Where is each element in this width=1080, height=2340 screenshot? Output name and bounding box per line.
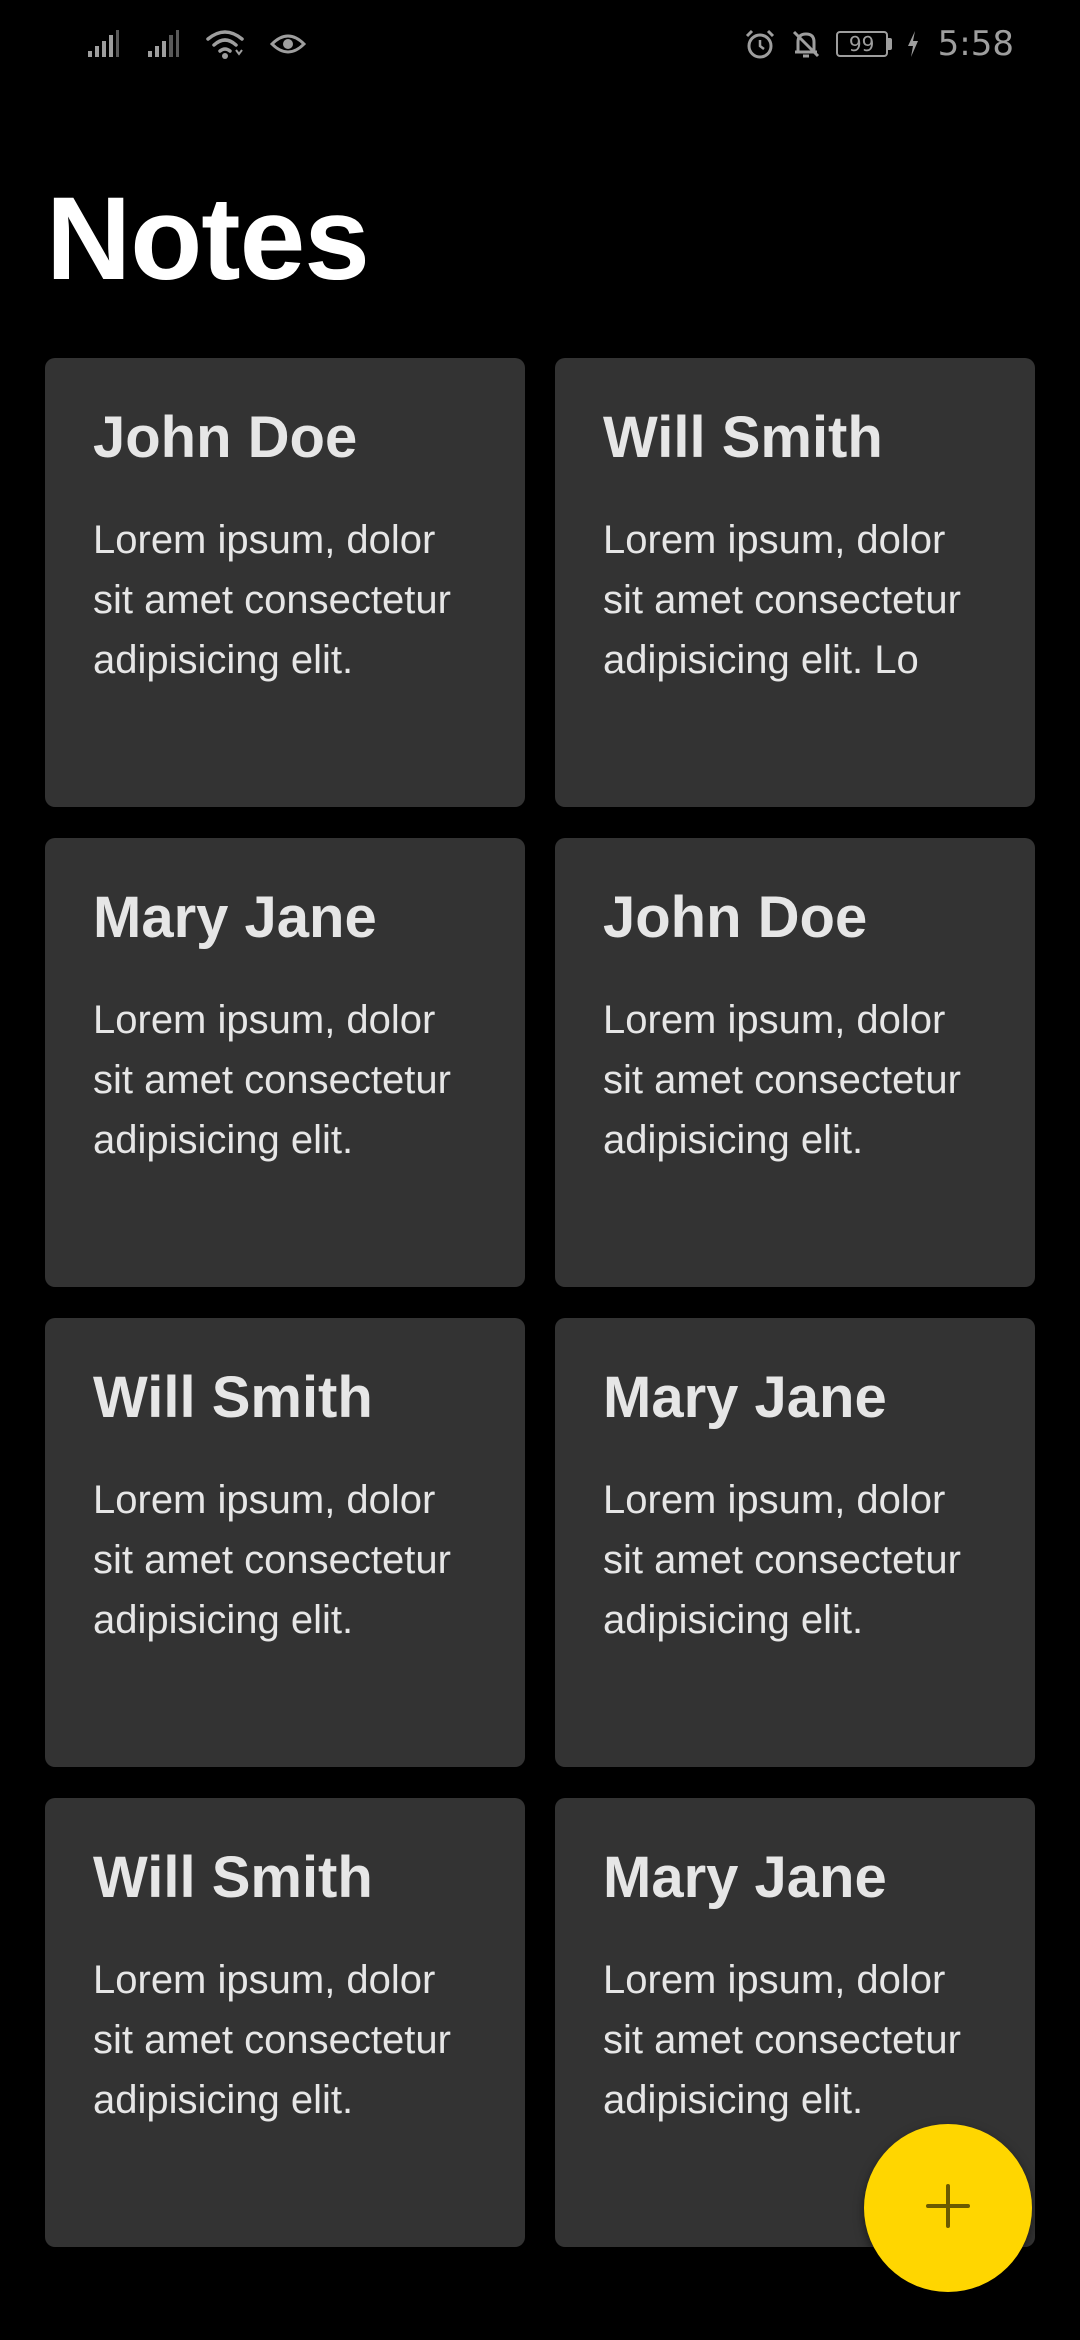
note-body: Lorem ipsum, dolor sit amet consectetur …	[93, 517, 451, 682]
note-title: John Doe	[603, 885, 868, 950]
note-body: Lorem ipsum, dolor sit amet consectetur …	[603, 997, 961, 1162]
status-right-group: 99 5:58	[744, 24, 1014, 64]
note-card[interactable]: John Doe Lorem ipsum, dolor sit amet con…	[45, 358, 525, 807]
note-card[interactable]: Will Smith Lorem ipsum, dolor sit amet c…	[45, 1798, 525, 2247]
alarm-icon	[744, 28, 776, 60]
status-left-group	[86, 28, 306, 60]
note-body: Lorem ipsum, dolor sit amet consectetur …	[93, 1957, 451, 2122]
note-card[interactable]: Will Smith Lorem ipsum, dolor sit amet c…	[555, 358, 1035, 807]
charging-icon	[906, 30, 920, 58]
note-title: Will Smith	[93, 1365, 373, 1430]
signal-icon	[86, 29, 120, 59]
note-title: Mary Jane	[603, 1845, 887, 1910]
note-title: Will Smith	[93, 1845, 373, 1910]
note-card[interactable]: Mary Jane Lorem ipsum, dolor sit amet co…	[45, 838, 525, 1287]
note-body: Lorem ipsum, dolor sit amet consectetur …	[603, 1957, 961, 2122]
note-title: Mary Jane	[603, 1365, 887, 1430]
note-card[interactable]: Will Smith Lorem ipsum, dolor sit amet c…	[45, 1318, 525, 1767]
note-title: John Doe	[93, 405, 358, 470]
battery-tip	[887, 38, 892, 50]
wifi-icon	[206, 28, 244, 60]
note-body: Lorem ipsum, dolor sit amet consectetur …	[93, 1477, 451, 1642]
page-title: Notes	[46, 173, 370, 305]
signal-icon	[146, 29, 180, 59]
plus-icon	[924, 2182, 972, 2235]
status-time: 5:58	[937, 24, 1014, 64]
note-body: Lorem ipsum, dolor sit amet consectetur …	[603, 1477, 961, 1642]
note-body: Lorem ipsum, dolor sit amet consectetur …	[603, 517, 961, 682]
eye-icon	[270, 31, 306, 57]
battery-level: 99	[835, 31, 888, 57]
notifications-off-icon	[790, 28, 822, 60]
status-bar: 99 5:58	[0, 0, 1080, 90]
note-title: Will Smith	[603, 405, 883, 470]
note-title: Mary Jane	[93, 885, 377, 950]
battery-icon: 99	[835, 31, 892, 57]
note-body: Lorem ipsum, dolor sit amet consectetur …	[93, 997, 451, 1162]
notes-grid: John Doe Lorem ipsum, dolor sit amet con…	[45, 358, 1035, 2247]
add-note-button[interactable]	[864, 2124, 1032, 2292]
note-card[interactable]: John Doe Lorem ipsum, dolor sit amet con…	[555, 838, 1035, 1287]
note-card[interactable]: Mary Jane Lorem ipsum, dolor sit amet co…	[555, 1318, 1035, 1767]
